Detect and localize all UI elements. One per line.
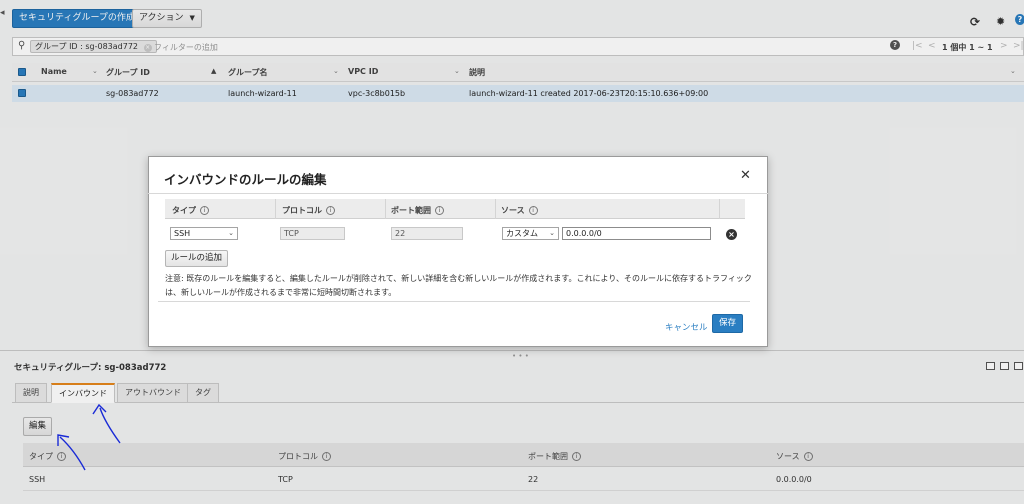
annotation-arrows [57,403,121,471]
arrow-to-inbound-tab [99,407,121,444]
arrow-head [92,403,107,415]
arrow-to-edit-button [59,436,86,471]
